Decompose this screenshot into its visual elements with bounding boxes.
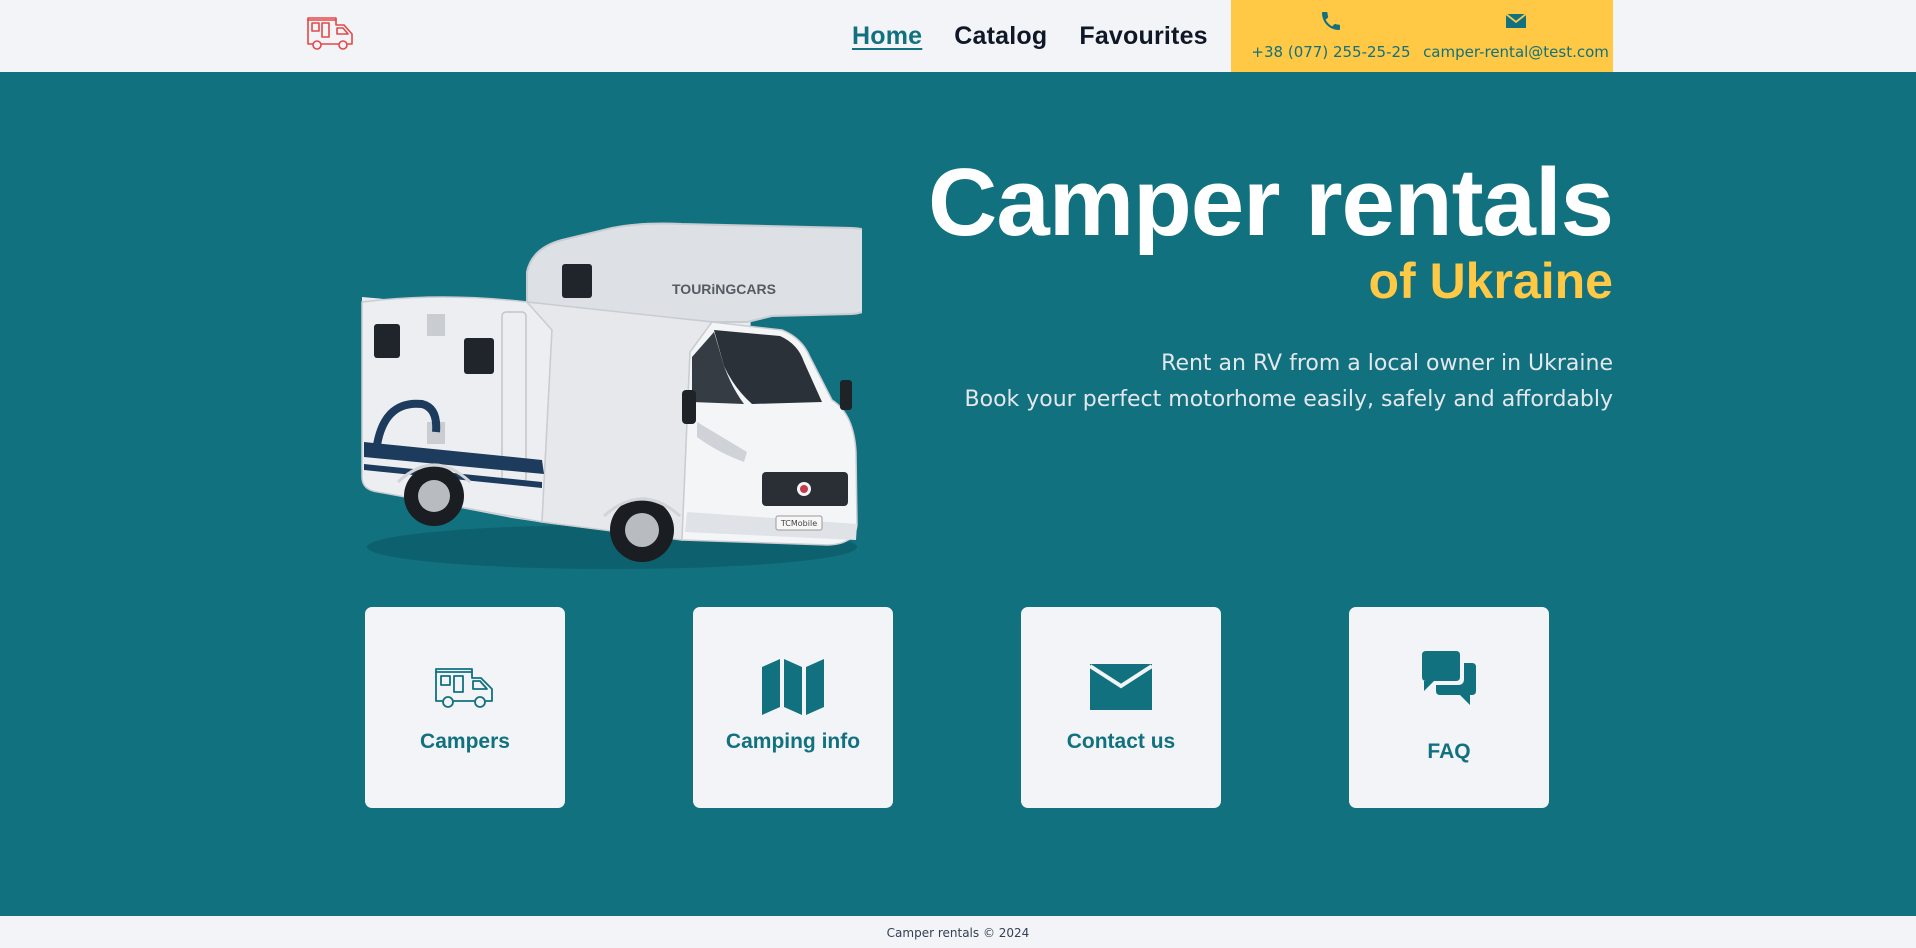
chat-bubbles-icon xyxy=(1422,651,1476,709)
hero-description: Rent an RV from a local owner in Ukraine… xyxy=(965,346,1613,418)
hero-section: TCMobile TOURiNGCARS Camper rentals of U… xyxy=(0,72,1916,916)
main-nav: Home Catalog Favourites xyxy=(852,21,1208,51)
card-campers[interactable]: Campers xyxy=(365,607,565,808)
camper-van-image: TCMobile TOURiNGCARS xyxy=(352,152,888,582)
phone-icon xyxy=(1319,9,1343,33)
phone-link[interactable]: +38 (077) 255-25-25 xyxy=(1239,0,1423,72)
site-footer: Camper rentals © 2024 xyxy=(0,916,1916,948)
site-header: Home Catalog Favourites +38 (077) 255-25… xyxy=(0,0,1916,72)
logo-camper-van-icon[interactable] xyxy=(306,14,356,52)
card-faq-label: FAQ xyxy=(1427,740,1471,763)
email-address: camper-rental@test.com xyxy=(1423,43,1609,61)
nav-home-link[interactable]: Home xyxy=(852,21,922,51)
card-camping-info-label: Camping info xyxy=(725,730,861,753)
card-campers-label: Campers xyxy=(420,730,510,753)
feature-cards: Campers Camping info Contact us FAQ xyxy=(0,607,1916,808)
plate-text: TCMobile xyxy=(780,519,817,528)
envelope-icon xyxy=(1504,9,1528,33)
hero-description-line-2: Book your perfect motorhome easily, safe… xyxy=(964,387,1613,412)
card-camping-info[interactable]: Camping info xyxy=(693,607,893,808)
nav-catalog-link[interactable]: Catalog xyxy=(954,21,1047,51)
brand-text: TOURiNGCARS xyxy=(672,281,776,297)
card-contact-us[interactable]: Contact us xyxy=(1021,607,1221,808)
nav-favourites-link[interactable]: Favourites xyxy=(1079,21,1207,51)
envelope-icon xyxy=(1088,664,1154,714)
phone-number: +38 (077) 255-25-25 xyxy=(1251,43,1411,61)
map-icon xyxy=(762,659,824,719)
camper-van-icon xyxy=(434,665,496,713)
hero-subtitle: of Ukraine xyxy=(1368,253,1613,309)
footer-copyright: Camper rentals © 2024 xyxy=(886,926,1030,940)
hero-description-line-1: Rent an RV from a local owner in Ukraine xyxy=(1161,351,1613,376)
email-link[interactable]: camper-rental@test.com xyxy=(1419,0,1613,72)
card-faq[interactable]: FAQ xyxy=(1349,607,1549,808)
hero-title: Camper rentals xyxy=(928,149,1614,256)
contact-box: +38 (077) 255-25-25 camper-rental@test.c… xyxy=(1231,0,1613,72)
card-contact-us-label: Contact us xyxy=(1066,730,1176,753)
